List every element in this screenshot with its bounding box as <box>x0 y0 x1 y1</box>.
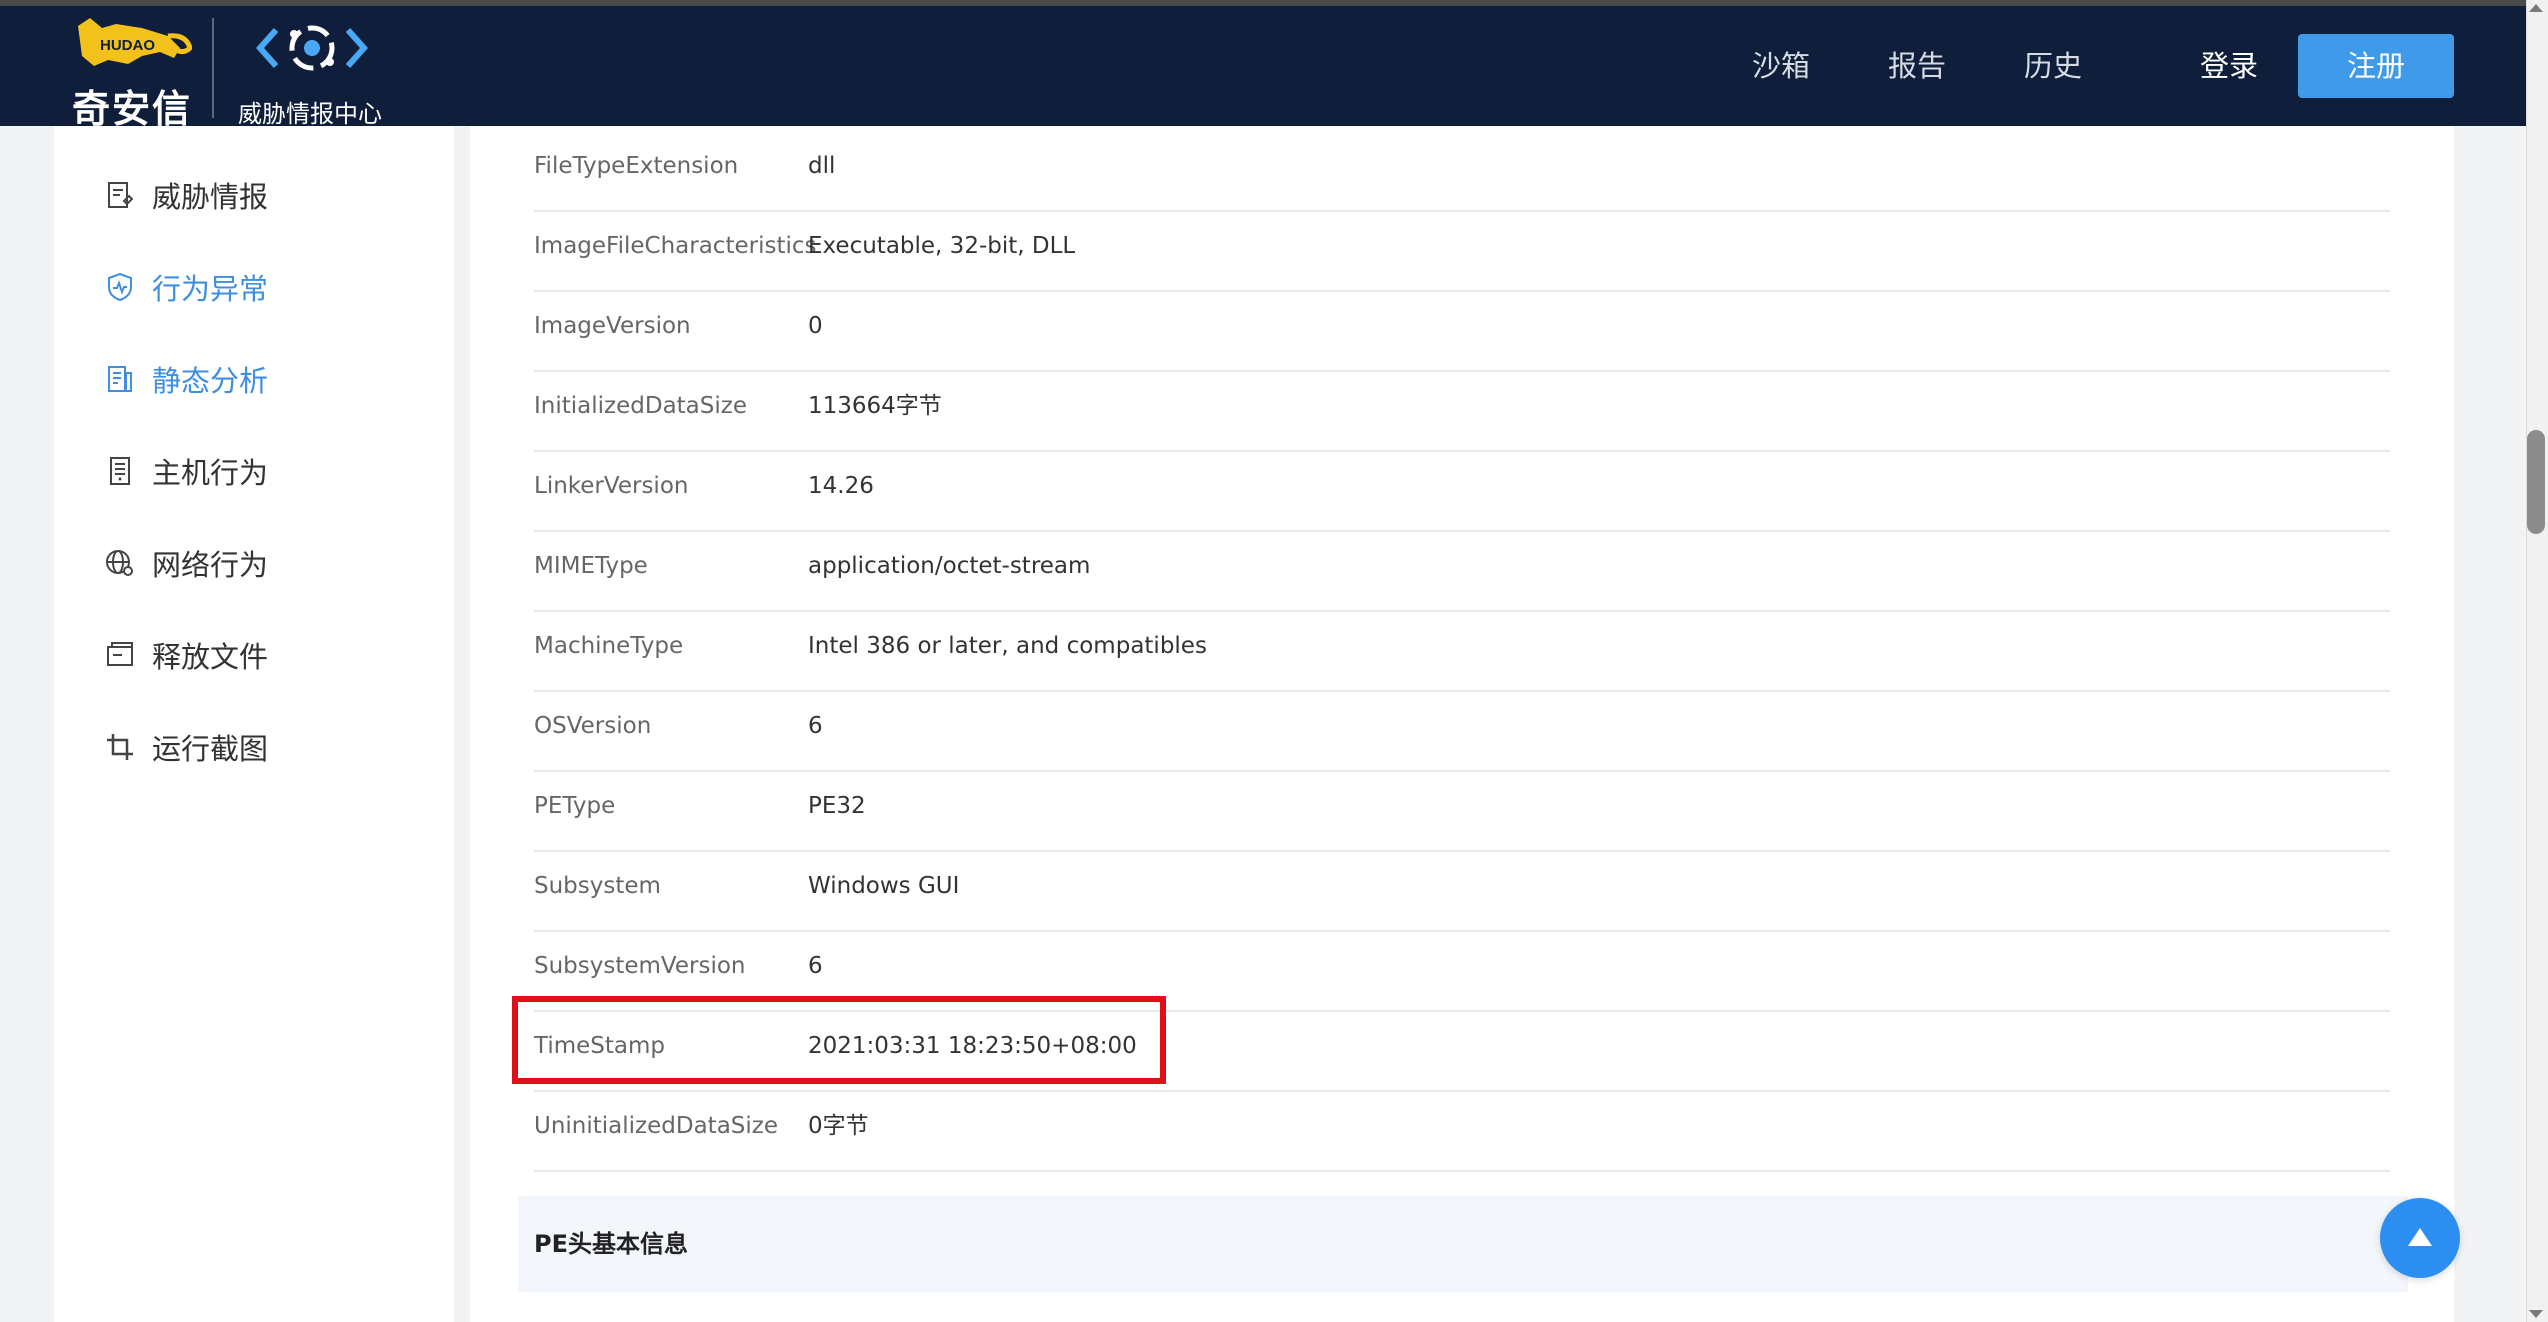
scroll-up-arrow-icon[interactable] <box>2529 4 2543 12</box>
sidebar-item-label: 威胁情报 <box>152 180 269 214</box>
row-key: MachineType <box>534 633 684 659</box>
crop-icon <box>107 734 133 760</box>
scroll-down-arrow-icon[interactable] <box>2529 1310 2543 1318</box>
row-key: ImageFileCharacteristics <box>534 233 817 259</box>
row-key: Subsystem <box>534 873 661 899</box>
arrow-up-icon <box>2408 1228 2432 1246</box>
row-value: PE32 <box>808 793 866 819</box>
row-value: 0字节 <box>808 1113 869 1139</box>
brand-mascot-icon: HUDAO <box>78 18 192 66</box>
sidebar-item-label: 释放文件 <box>152 640 269 674</box>
timestamp-highlight-box <box>512 996 1166 1084</box>
table-row: FileTypeExtension dll <box>534 130 2390 212</box>
top-header: HUDAO 奇安信 威胁情报中心 沙箱 报告 历史 登录 注册 <box>0 6 2526 131</box>
threat-intel-icon <box>255 25 369 71</box>
row-key: ImageVersion <box>534 313 691 339</box>
host-icon <box>110 457 130 485</box>
header-divider <box>212 18 214 118</box>
login-link[interactable]: 登录 <box>2200 6 2258 126</box>
row-value: dll <box>808 153 836 179</box>
svg-text:HUDAO: HUDAO <box>100 37 155 54</box>
sidebar-item-static-analysis[interactable]: 静态分析 <box>104 354 268 404</box>
row-value: application/octet-stream <box>808 553 1091 579</box>
sidebar-item-dropped-files[interactable]: 释放文件 <box>104 630 268 680</box>
qianxin-logo[interactable]: HUDAO 奇安信 <box>68 16 198 131</box>
table-row: UninitializedDataSize 0字节 <box>534 1090 2390 1172</box>
table-row: MIMEType application/octet-stream <box>534 530 2390 612</box>
row-key: UninitializedDataSize <box>534 1113 779 1139</box>
sidebar-item-label: 静态分析 <box>152 364 269 398</box>
document-icon <box>108 366 132 392</box>
table-row: PEType PE32 <box>534 770 2390 852</box>
table-row: InitializedDataSize 113664字节 <box>534 370 2390 452</box>
nav-report[interactable]: 报告 <box>1888 6 1946 126</box>
row-value: Executable, 32-bit, DLL <box>808 233 1076 259</box>
sidebar-item-label: 运行截图 <box>152 732 269 766</box>
back-to-top-button[interactable] <box>2380 1198 2460 1278</box>
table-row: ImageFileCharacteristics Executable, 32-… <box>534 210 2390 292</box>
row-value: 14.26 <box>808 473 874 499</box>
page-scrollbar[interactable] <box>2526 0 2548 1322</box>
row-key: InitializedDataSize <box>534 393 747 419</box>
row-value: 6 <box>808 713 823 739</box>
table-row: ImageVersion 0 <box>534 290 2390 372</box>
row-key: MIMEType <box>534 553 648 579</box>
report-icon <box>108 182 134 208</box>
row-key: SubsystemVersion <box>534 953 746 979</box>
scrollbar-thumb[interactable] <box>2527 430 2545 534</box>
row-value: Intel 386 or later, and compatibles <box>808 633 1207 659</box>
shield-icon <box>108 272 132 302</box>
sidebar-item-label: 主机行为 <box>152 456 269 490</box>
sidebar-item-threat-intel[interactable]: 威胁情报 <box>104 170 268 220</box>
row-key: LinkerVersion <box>534 473 689 499</box>
row-value: 6 <box>808 953 823 979</box>
row-key: FileTypeExtension <box>534 153 739 179</box>
table-row: Subsystem Windows GUI <box>534 850 2390 932</box>
section-title: PE头基本信息 <box>534 1230 688 1258</box>
static-analysis-panel: FileTypeExtension dll ImageFileCharacter… <box>470 126 2454 1322</box>
folder-icon <box>107 642 133 666</box>
threat-intel-logo[interactable]: 威胁情报中心 <box>236 16 396 128</box>
row-key: PEType <box>534 793 616 819</box>
row-key: OSVersion <box>534 713 652 739</box>
row-value: 0 <box>808 313 823 339</box>
table-row: MachineType Intel 386 or later, and comp… <box>534 610 2390 692</box>
table-row: LinkerVersion 14.26 <box>534 450 2390 532</box>
sidebar-item-label: 行为异常 <box>152 272 269 306</box>
sidebar: 威胁情报 行为异常 静态分析 主机行为 网络行为 释放文件 运行截图 <box>54 126 454 1322</box>
nav-history[interactable]: 历史 <box>2024 6 2082 126</box>
pe-header-section[interactable]: PE头基本信息 <box>518 1196 2408 1292</box>
threat-intel-label: 威胁情报中心 <box>238 100 382 128</box>
sidebar-item-screenshots[interactable]: 运行截图 <box>104 722 268 772</box>
sidebar-item-host-behavior[interactable]: 主机行为 <box>104 446 268 496</box>
sidebar-item-behavior-anomaly[interactable]: 行为异常 <box>104 262 268 312</box>
register-button[interactable]: 注册 <box>2298 34 2454 98</box>
table-row: OSVersion 6 <box>534 690 2390 772</box>
brand-name: 奇安信 <box>72 87 193 131</box>
sidebar-item-label: 网络行为 <box>152 548 269 582</box>
row-value: Windows GUI <box>808 873 960 899</box>
nav-sandbox[interactable]: 沙箱 <box>1752 6 1810 126</box>
row-value: 113664字节 <box>808 393 942 419</box>
sidebar-item-network-behavior[interactable]: 网络行为 <box>104 538 268 588</box>
globe-icon <box>106 550 133 576</box>
